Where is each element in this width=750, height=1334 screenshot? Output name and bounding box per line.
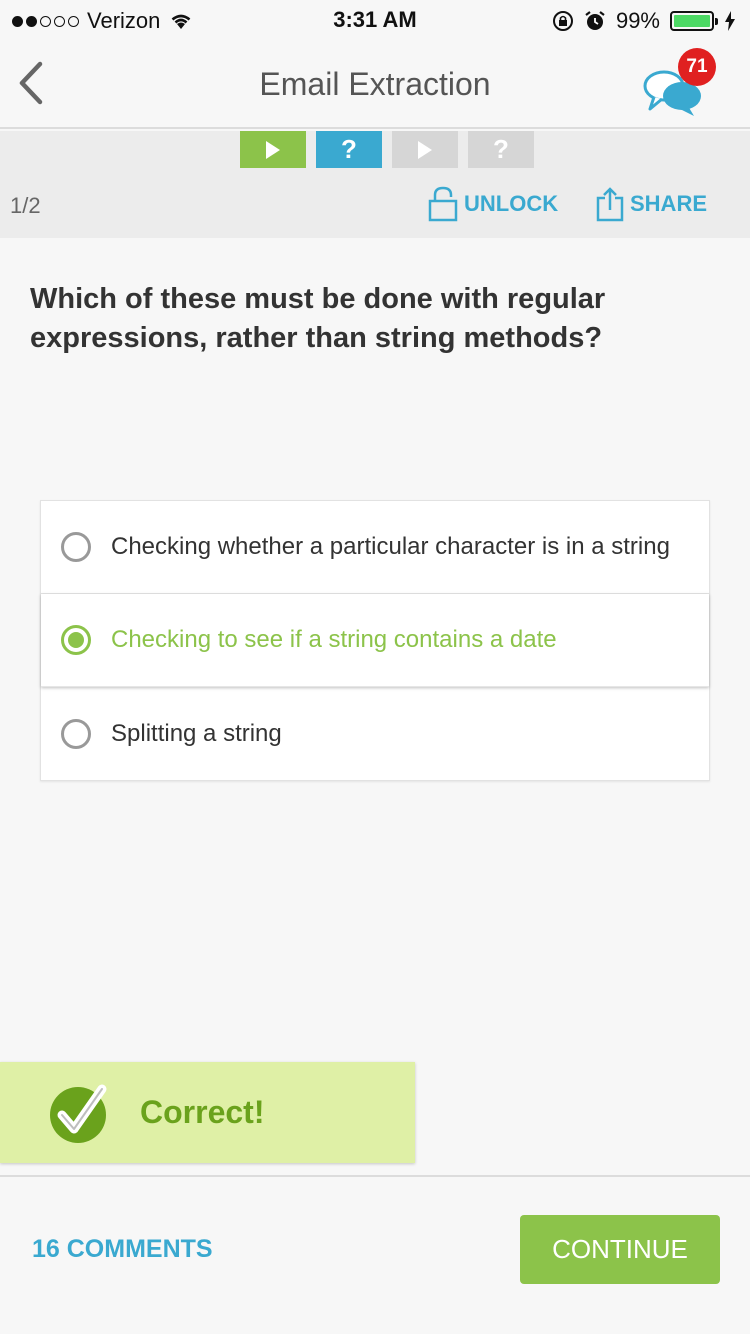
padlock-icon [428,186,458,222]
notification-badge: 71 [678,48,716,86]
share-label: SHARE [630,191,708,216]
charging-icon [725,11,735,31]
answer-option-selected[interactable]: Checking to see if a string contains a d… [41,594,709,687]
question-icon: ? [341,134,357,164]
step-4-quiz[interactable]: ? [468,131,534,168]
unlock-label: UNLOCK [464,191,559,216]
checkmark-icon [50,1084,107,1143]
answer-option-label: Checking to see if a string contains a d… [111,626,557,653]
play-icon [266,140,280,159]
alarm-icon [585,11,605,30]
answer-option[interactable]: Checking whether a particular character … [41,501,709,594]
comments-link[interactable]: 16 COMMENTS [32,1235,213,1264]
feedback-text: Correct! [140,1094,265,1130]
continue-button[interactable]: CONTINUE [520,1215,720,1284]
answer-option-label: Checking whether a particular character … [111,533,670,560]
answer-option-label: Splitting a string [111,719,282,747]
discussion-button[interactable]: 71 [640,48,720,120]
unlock-button[interactable]: UNLOCK [428,186,558,222]
rotation-lock-icon [552,11,573,31]
question-icon: ? [493,134,509,164]
question-text: Which of these must be done with regular… [30,283,606,354]
answer-option[interactable]: Splitting a string [41,687,709,780]
page-title: Email Extraction [259,66,491,102]
feedback-banner: Correct! [0,1062,415,1163]
status-bar: Verizon 3:31 AM 99% [0,0,750,40]
step-3-play[interactable] [392,131,458,168]
share-button[interactable]: SHARE [596,186,707,222]
footer-bar: 16 COMMENTS CONTINUE [0,1175,750,1334]
step-1-play[interactable] [240,131,306,168]
radio-button-selected[interactable] [61,625,91,655]
battery-percent: 99% [615,8,660,33]
lesson-steps: ? ? [240,131,534,168]
step-2-quiz[interactable]: ? [316,131,382,168]
signal-strength-icon [12,15,79,27]
radio-button[interactable] [61,718,91,749]
status-right: 99% [552,8,736,34]
lesson-toolbar: ? ? 1/2 UNLOCK SHARE [0,131,750,238]
answer-options: Checking whether a particular character … [40,500,710,781]
wifi-icon [172,14,191,29]
battery-icon [670,11,718,31]
radio-button[interactable] [61,532,91,562]
play-icon [418,140,432,159]
carrier-name: Verizon [87,8,161,33]
share-icon [596,187,624,222]
status-left: Verizon [12,8,194,34]
page-counter: 1/2 [10,193,41,218]
nav-bar: Email Extraction 71 [0,40,750,129]
